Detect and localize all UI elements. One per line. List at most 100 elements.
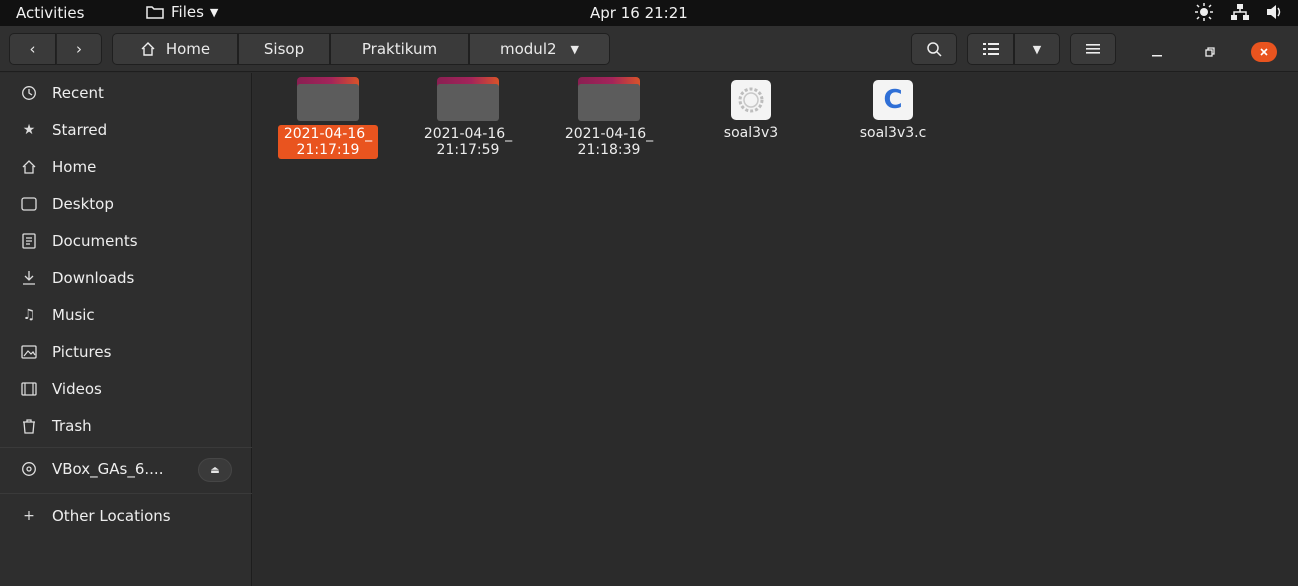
sidebar-item-label: VBox_GAs_6.... [52, 460, 164, 478]
sidebar: Recent ★ Starred Home Desktop Documents … [0, 73, 252, 586]
star-icon: ★ [22, 122, 36, 138]
file-label-line1: 2021-04-16_ [423, 126, 513, 142]
folder-icon [297, 77, 359, 121]
view-list-button[interactable] [967, 33, 1014, 65]
chevron-down-icon[interactable]: ▼ [571, 43, 579, 56]
eject-button[interactable]: ⏏ [198, 458, 232, 482]
plus-icon: + [23, 508, 35, 524]
file-item-folder[interactable]: 2021-04-16_ 21:18:39 [549, 77, 669, 159]
home-icon [20, 158, 38, 176]
sidebar-item-recent[interactable]: Recent [0, 75, 252, 111]
file-label-line1: 2021-04-16_ [283, 126, 373, 142]
file-label-line1: soal3v3.c [859, 125, 927, 141]
file-item-folder[interactable]: 2021-04-16_ 21:17:59 [408, 77, 528, 159]
c-source-icon: C [873, 80, 913, 120]
file-label-line2: 21:17:59 [436, 142, 500, 158]
folder-outline-icon [146, 6, 164, 19]
sidebar-item-label: Pictures [52, 343, 112, 361]
sidebar-divider [0, 493, 252, 494]
music-icon: ♫ [22, 307, 36, 323]
chevron-right-icon: › [76, 40, 82, 58]
minimize-icon [1152, 55, 1162, 57]
eject-icon: ⏏ [210, 464, 220, 476]
download-icon [20, 269, 38, 287]
sidebar-item-downloads[interactable]: Downloads [0, 260, 252, 296]
folder-icon [578, 77, 640, 121]
close-icon [1260, 48, 1268, 56]
search-button[interactable] [911, 33, 957, 65]
network-icon [1231, 4, 1249, 20]
document-icon [20, 232, 38, 250]
main-menu-button[interactable] [1070, 33, 1116, 65]
breadcrumb-praktikum[interactable]: Praktikum [330, 33, 469, 65]
list-view-icon [982, 43, 999, 55]
disc-icon [20, 460, 38, 478]
chevron-down-icon: ▼ [1032, 42, 1042, 56]
sidebar-item-label: Desktop [52, 195, 114, 213]
forward-button[interactable]: › [56, 33, 102, 65]
sidebar-item-trash[interactable]: Trash [0, 408, 252, 444]
sidebar-item-starred[interactable]: ★ Starred [0, 112, 252, 148]
activities-button[interactable]: Activities [16, 4, 84, 22]
top-bar: Activities Files ▼ Apr 16 21:21 [0, 0, 1298, 26]
file-label-line1: 2021-04-16_ [564, 126, 654, 142]
sidebar-item-documents[interactable]: Documents [0, 223, 252, 259]
breadcrumb-modul2[interactable]: modul2 ▼ [469, 33, 610, 65]
trash-icon [20, 417, 38, 435]
sidebar-item-label: Trash [52, 417, 92, 435]
file-label: soal3v3.c [854, 124, 933, 142]
file-label-line2: 21:17:19 [296, 142, 360, 158]
sidebar-item-label: Other Locations [52, 507, 171, 525]
view-options-button[interactable]: ▼ [1014, 33, 1060, 65]
search-icon [927, 42, 942, 57]
sidebar-item-pictures[interactable]: Pictures [0, 334, 252, 370]
sidebar-item-label: Home [52, 158, 97, 176]
close-button[interactable] [1251, 42, 1277, 62]
sidebar-item-label: Music [52, 306, 95, 324]
picture-icon [20, 343, 38, 361]
sidebar-item-home[interactable]: Home [0, 149, 252, 185]
breadcrumb-sisop[interactable]: Sisop [238, 33, 330, 65]
home-icon [141, 42, 155, 56]
breadcrumb-label: Sisop [263, 40, 305, 58]
file-item-executable[interactable]: soal3v3 [691, 77, 811, 142]
sidebar-item-desktop[interactable]: Desktop [0, 186, 252, 222]
file-label: 2021-04-16_ 21:17:19 [277, 125, 379, 159]
back-button[interactable]: ‹ [9, 33, 56, 65]
folder-icon [437, 77, 499, 121]
file-item-folder[interactable]: 2021-04-16_ 21:17:19 [268, 77, 388, 159]
sidebar-item-other-locations[interactable]: + Other Locations [0, 498, 252, 534]
maximize-button[interactable] [1198, 40, 1222, 64]
gear-icon [731, 80, 771, 120]
app-menu[interactable]: Files ▼ [145, 3, 218, 21]
sidebar-item-music[interactable]: ♫ Music [0, 297, 252, 333]
header-bar: ‹ › Home Sisop Praktikum modul2 ▼ ▼ [0, 26, 1298, 72]
hamburger-icon [1086, 44, 1100, 54]
sidebar-item-label: Recent [52, 84, 104, 102]
system-tray[interactable] [1194, 3, 1284, 21]
sidebar-divider [0, 447, 252, 448]
file-label: 2021-04-16_ 21:17:59 [418, 125, 518, 159]
file-label-line2: 21:18:39 [577, 142, 641, 158]
minimize-button[interactable] [1145, 40, 1169, 64]
file-item-c-source[interactable]: C soal3v3.c [833, 77, 953, 142]
desktop-icon [20, 195, 38, 213]
restore-icon [1205, 47, 1215, 57]
sidebar-item-label: Videos [52, 380, 102, 398]
sidebar-item-videos[interactable]: Videos [0, 371, 252, 407]
volume-icon [1267, 5, 1281, 19]
file-view[interactable]: 2021-04-16_ 21:17:19 2021-04-16_ 21:17:5… [253, 73, 1298, 586]
clock-icon [20, 84, 38, 102]
file-label: 2021-04-16_ 21:18:39 [559, 125, 659, 159]
chevron-left-icon: ‹ [29, 40, 36, 58]
clock[interactable]: Apr 16 21:21 [590, 4, 688, 22]
app-menu-label: Files [171, 3, 204, 21]
sidebar-item-label: Starred [52, 121, 108, 139]
breadcrumb-home[interactable]: Home [112, 33, 238, 65]
sidebar-item-label: Downloads [52, 269, 135, 287]
file-label: soal3v3 [718, 124, 784, 142]
breadcrumb-label: modul2 [500, 40, 557, 58]
chevron-down-icon: ▼ [209, 5, 219, 19]
brightness-icon [1195, 3, 1213, 21]
file-label-line1: soal3v3 [723, 125, 779, 141]
